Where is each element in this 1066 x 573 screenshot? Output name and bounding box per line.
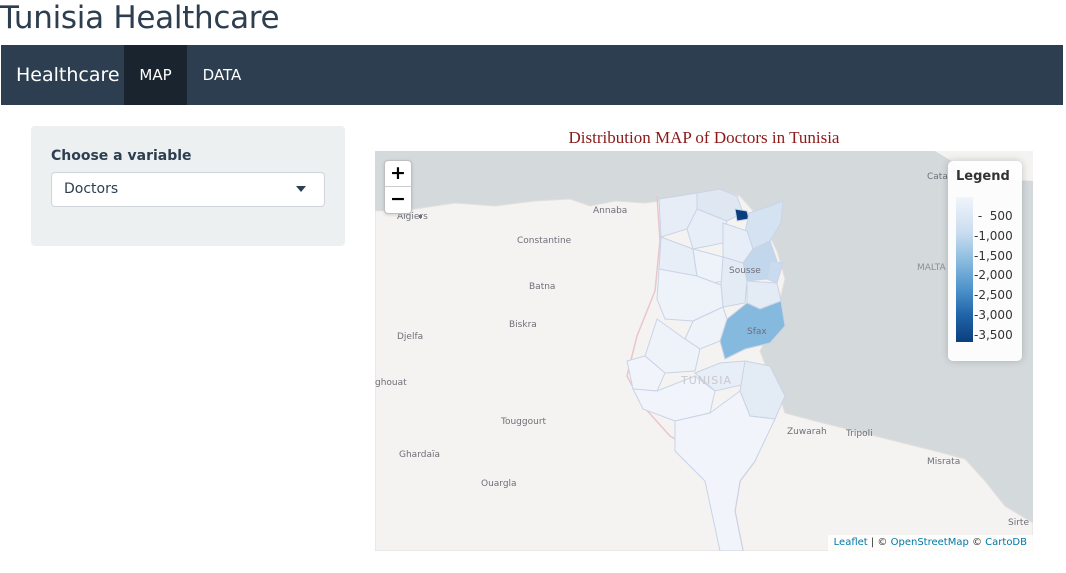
- legend-tick-1500: -1,500: [974, 249, 1013, 263]
- variable-label: Choose a variable: [51, 148, 192, 164]
- zoom-out-button[interactable]: −: [385, 187, 411, 213]
- openstreetmap-link[interactable]: OpenStreetMap: [891, 537, 969, 548]
- legend-tick-500: - 500: [974, 209, 1013, 223]
- variable-select-value: Doctors: [64, 181, 119, 197]
- leaflet-link[interactable]: Leaflet: [834, 537, 868, 548]
- city-label-batna: Batna: [529, 282, 555, 292]
- map-canvas[interactable]: Algiers Annaba Constantine Batna Biskra …: [375, 151, 1033, 551]
- attribution-separator: | ©: [867, 537, 891, 548]
- city-label-zuwarah: Zuwarah: [787, 427, 827, 437]
- city-label-djelfa: Djelfa: [397, 332, 423, 342]
- city-label-malta: MALTA: [917, 263, 946, 273]
- legend-tick-2500: -2,500: [974, 288, 1013, 302]
- legend-color-bar: [956, 197, 973, 342]
- city-label-tunisia: TUNISIA: [680, 374, 732, 387]
- city-label-ghardaia: Ghardaïa: [399, 450, 440, 460]
- map-attribution: Leaflet | © OpenStreetMap © CartoDB: [827, 535, 1033, 551]
- legend-tick-1000: -1,000: [974, 229, 1013, 243]
- zoom-control: + −: [384, 160, 412, 214]
- navbar: Healthcare MAP DATA: [1, 45, 1063, 105]
- variable-select[interactable]: Doctors: [51, 172, 325, 207]
- legend-tick-2000: -2,000: [974, 268, 1013, 282]
- app-title: Tunisia Healthcare: [0, 0, 280, 36]
- city-label-misrata: Misrata: [927, 457, 960, 467]
- map-legend: Legend - 500 -1,000 -1,500 -2,000 -2,500…: [948, 161, 1022, 361]
- sidebar-panel: Choose a variable Doctors: [31, 126, 345, 246]
- map-view[interactable]: Algiers Annaba Constantine Batna Biskra …: [375, 151, 1033, 551]
- legend-tick-3500: -3,500: [974, 328, 1013, 342]
- tab-map[interactable]: MAP: [124, 45, 187, 105]
- zoom-in-button[interactable]: +: [385, 161, 411, 187]
- city-label-tripoli: Tripoli: [845, 429, 873, 439]
- city-marker: [419, 215, 422, 218]
- city-label-ouargla: Ouargla: [481, 479, 517, 489]
- city-label-sfax: Sfax: [747, 327, 767, 337]
- city-label-constantine: Constantine: [517, 236, 572, 246]
- city-label-sirte: Sirte: [1008, 518, 1029, 528]
- city-label-sousse: Sousse: [729, 266, 761, 276]
- governorate-tunis[interactable]: [734, 208, 750, 222]
- navbar-brand[interactable]: Healthcare: [16, 45, 120, 105]
- cartodb-link[interactable]: CartoDB: [985, 537, 1027, 548]
- city-label-catania: Cata: [927, 172, 948, 182]
- chevron-down-icon: [296, 186, 306, 192]
- map-title: Distribution MAP of Doctors in Tunisia: [568, 128, 840, 147]
- city-label-biskra: Biskra: [509, 320, 537, 330]
- legend-title: Legend: [956, 169, 1010, 184]
- attribution-separator-2: ©: [968, 537, 986, 548]
- legend-tick-3000: -3,000: [974, 308, 1013, 322]
- city-label-touggourt: Touggourt: [500, 417, 547, 427]
- city-label-laghouat: ghouat: [375, 378, 407, 388]
- city-label-annaba: Annaba: [593, 206, 627, 216]
- tab-data[interactable]: DATA: [187, 45, 257, 105]
- governorate-kairouan[interactable]: [720, 256, 748, 308]
